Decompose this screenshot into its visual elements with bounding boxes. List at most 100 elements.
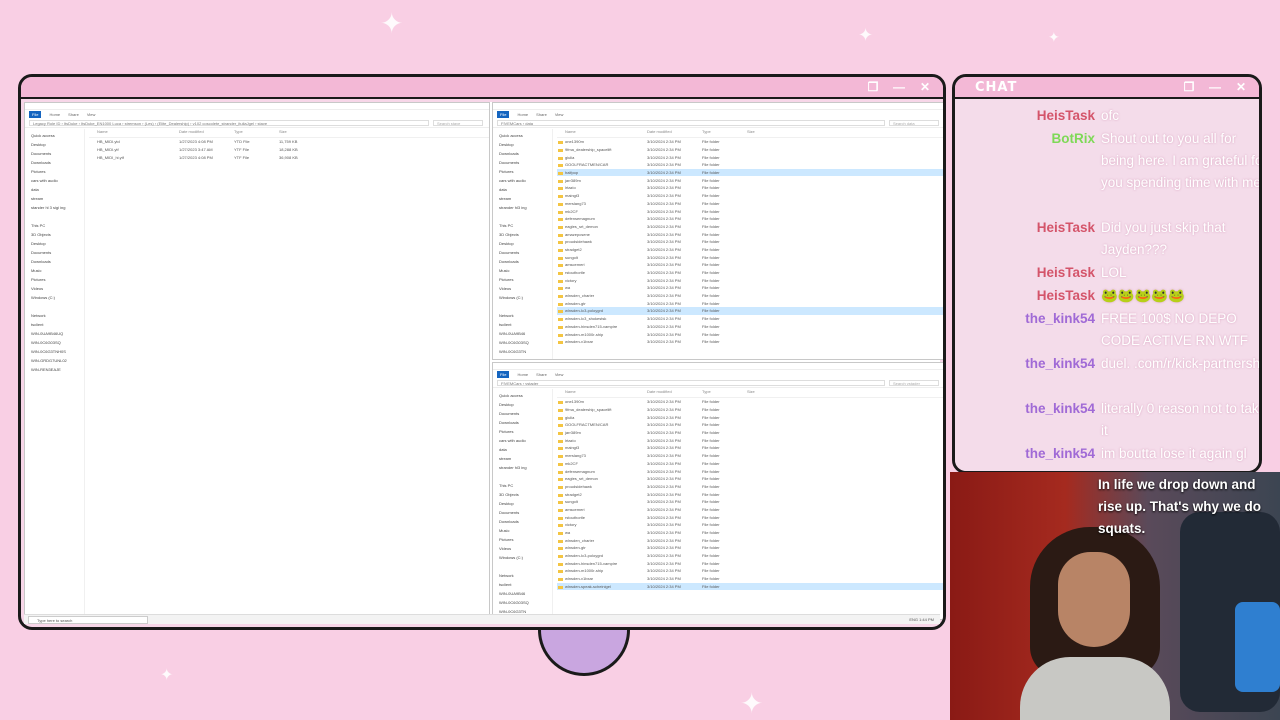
nav-item[interactable]: Downloads [499, 259, 552, 268]
nav-item[interactable]: This PC [499, 223, 552, 232]
column-header[interactable]: Size [747, 389, 777, 397]
nav-item[interactable]: cars with audio [499, 178, 552, 187]
file-row[interactable]: wlnsden-v1bxar 3/10/2024 2:34 PM File fold… [557, 338, 943, 346]
file-row[interactable]: wlnsden_charier 3/10/2024 2:34 PM File fol… [557, 292, 943, 300]
file-row[interactable]: 9fma_dealership_spacelift 3/10/2024 2:34 … [557, 406, 943, 414]
chat-username[interactable]: the_kink54 [955, 398, 1095, 420]
path-input[interactable]: Legacy Role ID › ItsDuke › ItsDuke_EN100… [29, 119, 429, 126]
column-header[interactable]: Name [557, 129, 647, 137]
nav-item[interactable]: Music [499, 528, 552, 537]
search-input[interactable]: Search stave [433, 119, 483, 126]
nav-item[interactable]: WIN-0UA9B46UQ [31, 331, 84, 340]
nav-item[interactable]: tsclient [499, 322, 552, 331]
nav-item[interactable]: This PC [499, 483, 552, 492]
nav-item[interactable]: This PC [31, 223, 84, 232]
file-row[interactable]: wlnsden-v1bxar 3/10/2024 2:34 PM File fold… [557, 575, 943, 583]
file-row[interactable]: amazepcsene 3/10/2024 2:34 PM File folder [557, 230, 943, 238]
ribbon-tab-view[interactable]: View [555, 372, 564, 377]
nav-item[interactable] [31, 214, 84, 223]
file-row[interactable]: wlnsden-Ic3-poloygrd 3/10/2024 2:34 PM Fil… [557, 307, 943, 315]
file-row[interactable]: wlnsden-gtr 3/10/2024 2:34 PM File folder [557, 544, 943, 552]
file-row[interactable]: maingt3 3/10/2024 2:34 PM File folder [557, 444, 943, 452]
nav-item[interactable]: Desktop [499, 142, 552, 151]
nav-item[interactable]: stream [499, 456, 552, 465]
nav-item[interactable]: Network [499, 313, 552, 322]
column-header[interactable]: Name [557, 389, 647, 397]
file-row[interactable]: wa 3/10/2024 2:34 PM File folder [557, 529, 943, 537]
chat-username[interactable]: HeisTask [955, 217, 1095, 239]
nav-item[interactable]: Downloads [499, 519, 552, 528]
file-row[interactable]: wlnsden-speak-scheinigel 3/10/2024 2:34 P… [557, 582, 943, 591]
ribbon-tab-file[interactable]: File [497, 370, 510, 378]
ribbon-tab-home[interactable]: Home [517, 372, 528, 377]
path-input[interactable]: FIVEMCars › data [497, 119, 885, 126]
chat-username[interactable]: HeisTask [955, 262, 1095, 284]
nav-item[interactable]: WIN-0C6G03SQ [499, 600, 552, 609]
column-header[interactable]: Date modified [647, 389, 702, 397]
nav-item[interactable]: WIN-0C6G3TN [499, 349, 552, 358]
nav-item[interactable]: Downloads [499, 420, 552, 429]
ribbon-tab-view[interactable]: View [87, 112, 96, 117]
file-row[interactable]: wlnsden-m1000r-ship 3/10/2024 2:34 PM File… [557, 567, 943, 575]
file-row[interactable]: merslang73 3/10/2024 2:34 PM File folder [557, 200, 943, 208]
nav-item[interactable]: tsclient [499, 582, 552, 591]
nav-item[interactable]: Downloads [31, 160, 84, 169]
nav-item[interactable]: Downloads [31, 259, 84, 268]
file-row[interactable]: sungolt 3/10/2024 2:34 PM File folder [557, 498, 943, 506]
nav-item[interactable]: Windows (C:) [499, 555, 552, 564]
nav-item[interactable]: strander hl3 ing [499, 205, 552, 214]
ribbon-tab-share[interactable]: Share [536, 372, 547, 377]
file-row[interactable]: wa 3/10/2024 2:34 PM File folder [557, 284, 943, 292]
column-header[interactable]: Size [279, 129, 309, 137]
nav-item[interactable]: WIN-GRDG7UNL02 [31, 358, 84, 367]
nav-item[interactable] [499, 474, 552, 483]
nav-item[interactable]: Documents [31, 250, 84, 259]
ribbon-tab-share[interactable]: Share [68, 112, 79, 117]
file-row[interactable]: rstouthortle 3/10/2024 2:34 PM File folder [557, 513, 943, 521]
nav-item[interactable]: Pictures [499, 429, 552, 438]
taskbar-search[interactable]: Type here to search [28, 615, 148, 624]
nav-item[interactable]: Music [499, 268, 552, 277]
ribbon-tab-file[interactable]: File [29, 110, 42, 118]
nav-item[interactable]: Documents [499, 510, 552, 519]
file-row[interactable]: stradget2 3/10/2024 2:34 PM File folder [557, 246, 943, 254]
nav-item[interactable]: Pictures [499, 277, 552, 286]
file-row[interactable]: merslang73 3/10/2024 2:34 PM File folder [557, 452, 943, 460]
chat-username[interactable]: the_kink54 [955, 443, 1095, 465]
file-row[interactable]: halfpop 3/10/2024 2:34 PM File folder [557, 168, 943, 177]
nav-item[interactable] [499, 564, 552, 573]
chat-username[interactable]: the_kink54 [955, 308, 1095, 330]
file-row[interactable]: wlnsden-Ic3-poloygrd 3/10/2024 2:34 PM Fil… [557, 552, 943, 560]
nav-item[interactable]: tsclient [31, 322, 84, 331]
nav-item[interactable]: Windows (C:) [499, 295, 552, 304]
file-row[interactable]: wlnsden-hinsden715-vampire 3/10/2024 2:34… [557, 323, 943, 331]
nav-item[interactable]: Videos [499, 546, 552, 555]
nav-item[interactable] [499, 214, 552, 223]
ribbon-tab-home[interactable]: Home [517, 112, 528, 117]
nav-item[interactable]: WIN-0C6G03SQ [499, 340, 552, 349]
nav-item[interactable]: Videos [31, 286, 84, 295]
nav-item[interactable]: WIN-0UA9B46 [499, 591, 552, 600]
file-row[interactable]: one1390m 3/10/2024 2:34 PM File folder [557, 398, 943, 406]
nav-item[interactable]: Pictures [31, 277, 84, 286]
nav-item[interactable]: Network [499, 573, 552, 582]
nav-item[interactable]: Quick access [31, 133, 84, 142]
nav-item[interactable]: WIN-0C6G3TNH0S [31, 349, 84, 358]
search-input[interactable]: Search data [889, 119, 939, 126]
column-header[interactable]: Type [234, 129, 279, 137]
file-row[interactable]: HB_MIDI.ytf 1/27/2023 3:47 AM YTF File 18,2… [89, 146, 489, 154]
file-row[interactable]: GOOLFRACTMEN/CAR 3/10/2024 2:34 PM File fo… [557, 161, 943, 169]
file-row[interactable]: lrtazio 3/10/2024 2:34 PM File folder [557, 184, 943, 192]
ribbon-tab-home[interactable]: Home [49, 112, 60, 117]
file-row[interactable]: wlnsden-Ic3_shokestsk 3/10/2024 2:34 PM Fi… [557, 315, 943, 323]
file-row[interactable]: amscemeri 3/10/2024 2:34 PM File folder [557, 506, 943, 514]
file-row[interactable]: eagles_srt_demon 3/10/2024 2:34 PM File fo… [557, 475, 943, 483]
nav-item[interactable]: 3D Objects [499, 492, 552, 501]
file-row[interactable]: GOOLFRACTMEN/CAR 3/10/2024 2:34 PM File fo… [557, 421, 943, 429]
chat-username[interactable]: BotRix [955, 128, 1096, 150]
file-row[interactable]: proudsidehawk 3/10/2024 2:34 PM File folde… [557, 483, 943, 491]
nav-item[interactable]: Music [31, 268, 84, 277]
chat-username[interactable]: HeisTask [955, 105, 1095, 127]
column-header[interactable]: Type [702, 129, 747, 137]
nav-item[interactable] [31, 304, 84, 313]
